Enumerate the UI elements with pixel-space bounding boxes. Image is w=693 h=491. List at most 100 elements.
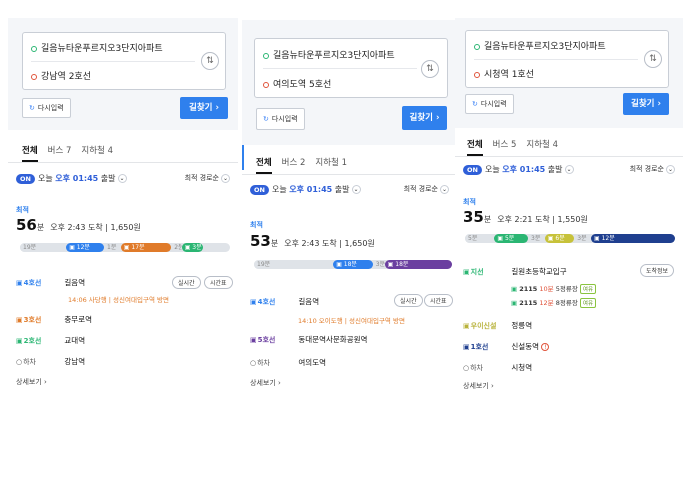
find-route-button[interactable]: 길찾기 › <box>623 93 669 115</box>
route-timeline-bar: 19분 ▣ 18분 3분 ▣ 18분 <box>254 260 452 270</box>
search-divider <box>263 68 417 69</box>
timeline-segment-bus: ▣ 12분 <box>66 243 104 252</box>
alert-icon[interactable]: ! <box>541 343 550 351</box>
circle-icon: ○ <box>250 359 257 367</box>
timeline-segment-walk: 3분 <box>528 234 545 243</box>
refresh-icon: ↻ <box>29 104 35 112</box>
detail-link[interactable]: 상세보기 › <box>250 378 281 388</box>
bus-icon: ▣ <box>463 268 470 276</box>
tab-all[interactable]: 전체 <box>256 156 272 174</box>
search-divider <box>31 61 195 62</box>
origin-field[interactable]: 길음뉴타운푸르지오3단지아파트 <box>474 39 606 52</box>
origin-dot-icon <box>31 45 37 52</box>
step-line: ▣4호선 <box>16 279 42 287</box>
route-search-box: 길음뉴타운푸르지오3단지아파트 강남역 2호선 ⇅ <box>22 32 226 90</box>
origin-field[interactable]: 길음뉴타운푸르지오3단지아파트 <box>31 41 163 54</box>
subway-icon: ▣ <box>250 298 257 306</box>
route-summary: 53분 오후 2:43 도착 | 1,650원 <box>250 232 375 250</box>
subway-icon: ▣ <box>463 343 470 351</box>
subway-icon: ▣ <box>16 316 23 324</box>
best-label: 최적 <box>463 198 476 206</box>
route-timeline-bar: 5분 ▣ 5분 3분 ▣ 6분 3분 ▣ 12분 <box>465 234 675 243</box>
timetable-button[interactable]: 시간표 <box>424 294 453 307</box>
destination-dot-icon <box>31 73 37 80</box>
tab-bus[interactable]: 버스 7 <box>48 144 72 160</box>
route-tabs: 전체 버스 5 지하철 4 <box>455 138 683 157</box>
destination-field[interactable]: 강남역 2호선 <box>31 69 91 82</box>
route-summary: 35분 오후 2:21 도착 | 1,550원 <box>463 208 588 226</box>
detail-link[interactable]: 상세보기 › <box>463 381 494 391</box>
timeline-segment-subway: ▣ 17분 <box>120 243 172 252</box>
tab-all[interactable]: 전체 <box>467 138 483 156</box>
timeline-segment-subway: ▣ 12분 <box>591 234 675 243</box>
chevron-down-icon: ⌄ <box>221 173 230 183</box>
find-route-button[interactable]: 길찾기 › <box>402 106 447 130</box>
timeline-segment-walk: 1분 <box>104 243 121 252</box>
sort-dropdown[interactable]: 최적 경로순 ⌄ <box>404 184 449 194</box>
step-detail: 14:10 오이도행 | 성신여대입구역 방면 <box>298 317 405 325</box>
best-label: 최적 <box>250 221 263 229</box>
route-panel-1: 길음뉴타운푸르지오3단지아파트 강남역 2호선 ⇅ ↻ 다시입력 길찾기 › 전체… <box>8 18 238 393</box>
subway-icon: ▣ <box>16 279 23 287</box>
route-panel-3: 길음뉴타운푸르지오3단지아파트 시청역 1호선 ⇅ ↻ 다시입력 길찾기 › 전체… <box>455 18 683 400</box>
refresh-icon: ↻ <box>263 115 269 123</box>
tab-bus[interactable]: 버스 5 <box>493 138 517 154</box>
reset-button[interactable]: ↻ 다시입력 <box>465 94 514 114</box>
route-tabs: 전체 버스 2 지하철 1 <box>242 156 457 175</box>
chevron-down-icon: ⌄ <box>440 184 449 194</box>
subway-icon: ▣ <box>16 337 23 345</box>
sort-dropdown[interactable]: 최적 경로순 ⌄ <box>630 164 675 174</box>
timeline-segment-walk: 19분 <box>254 260 334 269</box>
chevron-down-icon: ⌄ <box>666 164 675 174</box>
destination-dot-icon <box>263 81 269 88</box>
destination-dot-icon <box>474 71 480 78</box>
timetable-button[interactable]: 시간표 <box>204 276 233 289</box>
swap-icon[interactable]: ⇅ <box>201 52 219 70</box>
sort-dropdown[interactable]: 최적 경로순 ⌄ <box>185 173 230 183</box>
bus-arrival-2: ▣ 2115 12분 8정류장 여유 <box>511 297 597 308</box>
timeline-segment-subway: ▣ 18분 <box>384 260 452 269</box>
route-search-box: 길음뉴타운푸르지오3단지아파트 시청역 1호선 ⇅ <box>465 30 669 88</box>
reset-button[interactable]: ↻ 다시입력 <box>22 98 71 118</box>
tab-subway[interactable]: 지하철 4 <box>526 138 558 154</box>
tab-subway[interactable]: 지하철 1 <box>315 156 347 172</box>
timeline-segment-walk: 2분 <box>171 243 182 252</box>
origin-dot-icon <box>263 52 269 59</box>
bus-arrival-1: ▣ 2115 10분 5정류장 여유 <box>511 283 597 294</box>
step-detail: 14:06 사당행 | 성신여대입구역 방면 <box>68 296 169 304</box>
route-search-box: 길음뉴타운푸르지오3단지아파트 여의도역 5호선 ⇅ <box>254 38 448 98</box>
destination-field[interactable]: 여의도역 5호선 <box>263 77 331 90</box>
route-timeline-bar: 19분 ▣ 12분 1분 ▣ 17분 2분 ▣ 3분 <box>20 243 230 252</box>
on-toggle[interactable]: ON <box>250 185 269 195</box>
tab-subway[interactable]: 지하철 4 <box>81 144 113 160</box>
step-2: ▣5호선 동대문역사문화공원역 <box>250 335 368 344</box>
search-divider <box>474 59 638 60</box>
on-toggle[interactable]: ON <box>463 165 482 175</box>
origin-field[interactable]: 길음뉴타운푸르지오3단지아파트 <box>263 48 395 61</box>
tab-all[interactable]: 전체 <box>22 144 38 162</box>
timeline-segment-walk: 3분 <box>574 234 591 243</box>
detail-link[interactable]: 상세보기 › <box>16 377 47 387</box>
bus-icon: ▣ <box>511 299 518 307</box>
tab-bus[interactable]: 버스 2 <box>282 156 306 172</box>
timeline-segment-subway: ▣ 3분 <box>181 243 203 252</box>
realtime-button[interactable]: 실시간 <box>172 276 201 289</box>
step-4: ○하차 시청역 <box>463 363 533 372</box>
step-3: ▣2호선 교대역 <box>16 336 86 345</box>
departure-row: ON 오늘 오후 01:45 출발 ⌄ 최적 경로순 ⌄ <box>16 173 230 184</box>
chevron-down-icon[interactable]: ⌄ <box>117 174 127 183</box>
chevron-down-icon[interactable]: ⌄ <box>564 165 574 174</box>
chevron-down-icon[interactable]: ⌄ <box>351 185 361 194</box>
swap-icon[interactable]: ⇅ <box>421 60 439 78</box>
refresh-icon: ↻ <box>472 100 478 108</box>
arrival-info-button[interactable]: 도착정보 <box>640 264 675 277</box>
on-toggle[interactable]: ON <box>16 174 35 184</box>
reset-button[interactable]: ↻ 다시입력 <box>256 108 305 130</box>
destination-field[interactable]: 시청역 1호선 <box>474 67 534 80</box>
route-tabs: 전체 버스 7 지하철 4 <box>8 144 238 163</box>
swap-icon[interactable]: ⇅ <box>644 50 662 68</box>
find-route-button[interactable]: 길찾기 › <box>180 97 228 119</box>
step-3: ▣1호선 신설동역 ! <box>463 341 675 352</box>
realtime-button[interactable]: 실시간 <box>394 294 423 307</box>
step-2: ▣우이신설 정릉역 <box>463 321 533 330</box>
